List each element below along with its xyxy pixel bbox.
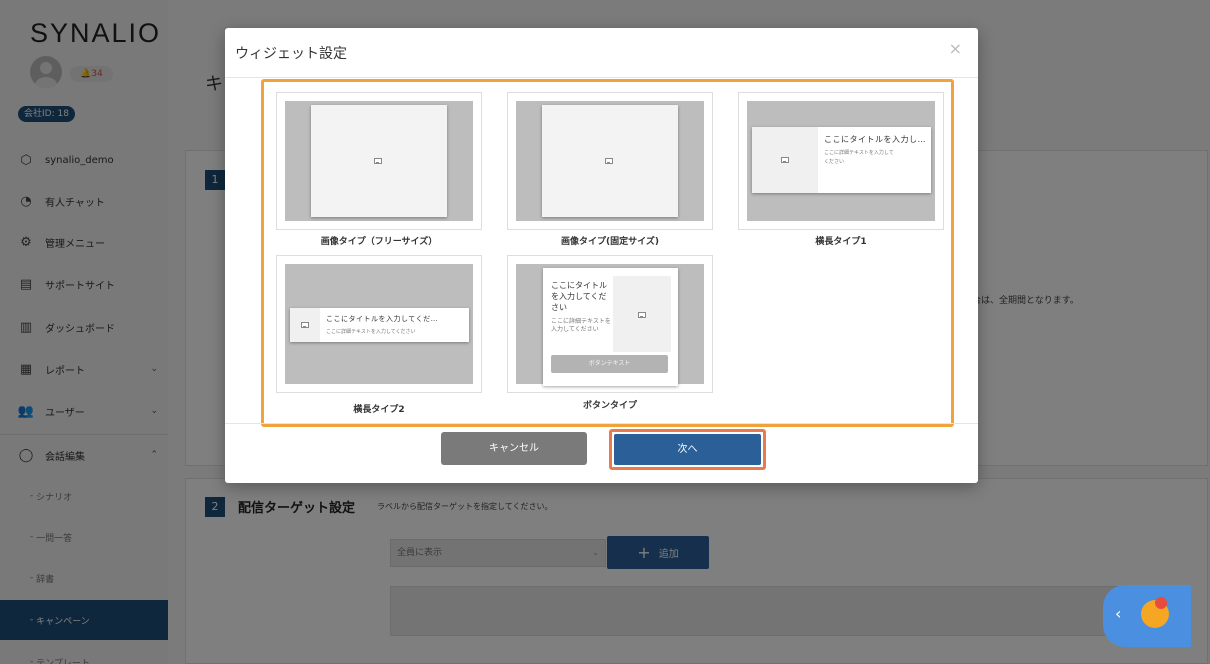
preview-banner: ここにタイトルを入力してくだ… ここに詳細テキストを入力してください bbox=[290, 308, 469, 342]
option-preview bbox=[285, 101, 473, 221]
modal-header: ウィジェット設定 × bbox=[225, 28, 978, 78]
option-label: 画像タイプ(固定サイズ) bbox=[561, 237, 659, 247]
modal-title: ウィジェット設定 bbox=[235, 46, 347, 62]
preview-button-card: ここにタイトルを入力してください ここに詳細テキストを入力してください ボタンテ… bbox=[543, 268, 678, 386]
banner-subtitle: ここに詳細テキストを入力して bbox=[824, 150, 894, 156]
option-horizontal-1[interactable]: ここにタイトルを入力し… ここに詳細テキストを入力して ください bbox=[738, 92, 944, 230]
chevron-left-icon: ‹ bbox=[1115, 604, 1122, 623]
banner-thumbnail bbox=[290, 308, 320, 342]
button-card-title: ここにタイトルを入力してください bbox=[551, 281, 607, 312]
preview-image-card bbox=[542, 105, 678, 217]
preview-image-card bbox=[311, 105, 447, 217]
cancel-button[interactable]: キャンセル bbox=[441, 432, 587, 465]
image-placeholder-icon bbox=[605, 158, 613, 164]
widget-type-options: 画像タイプ（フリーサイズ） 画像タイプ(固定サイズ) ここにタイトルを入力し… … bbox=[261, 79, 954, 427]
option-label: 画像タイプ（フリーサイズ） bbox=[320, 237, 438, 247]
option-horizontal-2[interactable]: ここにタイトルを入力してくだ… ここに詳細テキストを入力してください bbox=[276, 255, 482, 393]
next-button-highlight: 次へ bbox=[609, 429, 766, 470]
modal-footer: キャンセル 次へ bbox=[225, 423, 978, 483]
option-button-type[interactable]: ここにタイトルを入力してください ここに詳細テキストを入力してください ボタンテ… bbox=[507, 255, 713, 393]
option-preview bbox=[516, 101, 704, 221]
chat-widget-launcher[interactable]: ‹ bbox=[1103, 585, 1191, 647]
banner-title: ここにタイトルを入力し… bbox=[824, 135, 926, 144]
option-preview: ここにタイトルを入力し… ここに詳細テキストを入力して ください bbox=[747, 101, 935, 221]
option-preview: ここにタイトルを入力してください ここに詳細テキストを入力してください ボタンテ… bbox=[516, 264, 704, 386]
banner-thumbnail bbox=[752, 127, 818, 193]
banner-subtitle: ください bbox=[824, 159, 845, 165]
option-label: 横長タイプ1 bbox=[815, 237, 867, 247]
option-preview: ここにタイトルを入力してくだ… ここに詳細テキストを入力してください bbox=[285, 264, 473, 384]
preview-banner: ここにタイトルを入力し… ここに詳細テキストを入力して ください bbox=[752, 127, 931, 193]
banner-subtitle: ここに詳細テキストを入力してください bbox=[326, 329, 416, 335]
option-label: ボタンタイプ bbox=[582, 401, 637, 411]
chat-mascot-icon bbox=[1141, 597, 1169, 628]
banner-title: ここにタイトルを入力してくだ… bbox=[326, 315, 439, 323]
close-icon[interactable]: × bbox=[949, 39, 962, 58]
button-card-button: ボタンテキスト bbox=[551, 355, 668, 373]
image-placeholder-icon bbox=[781, 157, 789, 163]
option-label: 横長タイプ2 bbox=[353, 405, 405, 415]
option-image-fixed-size[interactable] bbox=[507, 92, 713, 230]
image-placeholder-icon bbox=[301, 322, 309, 328]
image-placeholder-icon bbox=[374, 158, 382, 164]
option-image-free-size[interactable] bbox=[276, 92, 482, 230]
button-card-thumbnail bbox=[613, 276, 671, 352]
widget-settings-modal: ウィジェット設定 × 画像タイプ（フリーサイズ） 画像タイプ(固定サイズ) ここ… bbox=[225, 28, 978, 483]
button-card-subtitle: ここに詳細テキストを入力してください bbox=[551, 318, 611, 333]
image-placeholder-icon bbox=[638, 312, 646, 318]
next-button[interactable]: 次へ bbox=[614, 434, 761, 465]
